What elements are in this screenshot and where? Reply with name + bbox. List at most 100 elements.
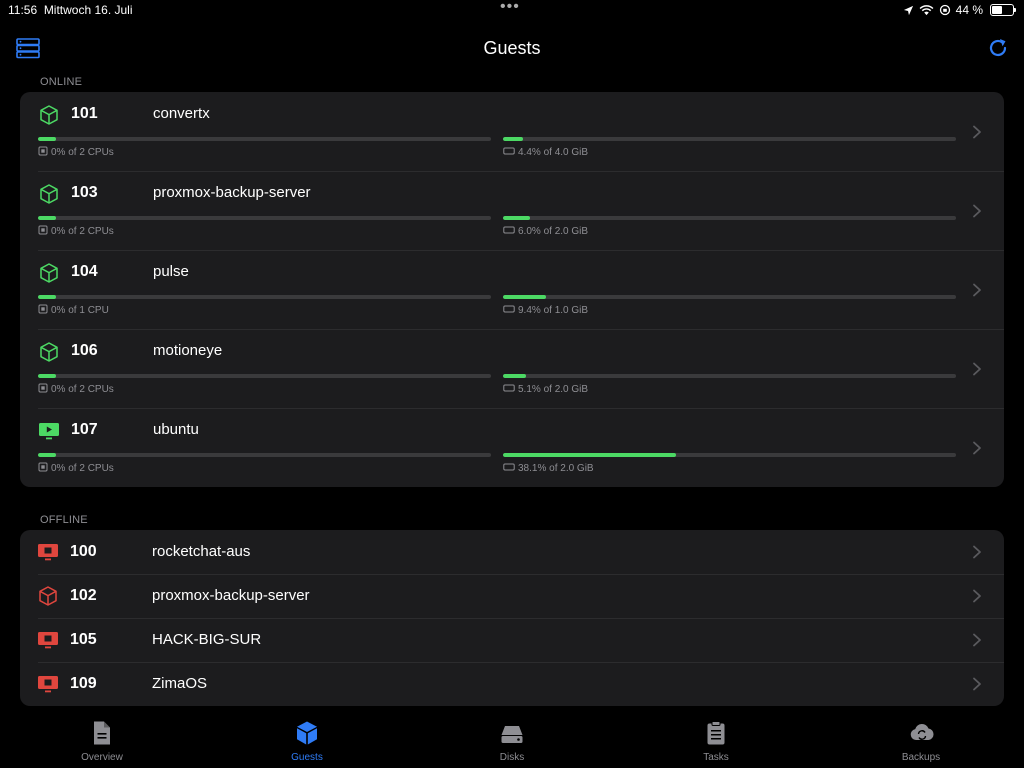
chevron-right-icon — [972, 125, 982, 139]
cpu-usage-bar — [38, 137, 491, 141]
chevron-right-icon — [972, 589, 982, 603]
cloud-sync-icon — [909, 720, 934, 746]
memory-label: 4.4% of 4.0 GiB — [518, 147, 589, 158]
memory-usage-bar — [503, 295, 956, 299]
guest-id: 107 — [71, 421, 98, 438]
memory-usage-bar — [503, 137, 956, 141]
container-icon — [38, 262, 60, 284]
memory-usage-fill — [503, 374, 527, 378]
cpu-usage-fill — [38, 295, 57, 299]
guest-name: ubuntu — [153, 421, 199, 438]
container-icon — [38, 341, 60, 363]
offline-guests-list: 100 rocketchat-aus 102 proxmox-backup-serve… — [20, 530, 1004, 706]
guest-name: convertx — [153, 105, 210, 122]
virtual-machine-stopped-icon — [37, 673, 59, 695]
cpu-usage-bar — [38, 295, 491, 299]
guest-name: HACK-BIG-SUR — [152, 631, 262, 648]
virtual-machine-stopped-icon — [37, 629, 59, 651]
cpu-usage-fill — [38, 374, 57, 378]
cpu-label: 0% of 2 CPUs — [51, 384, 114, 395]
guest-id: 103 — [71, 184, 98, 201]
offline-guest-row[interactable]: 102 proxmox-backup-server — [20, 574, 1004, 618]
status-indicators: 44 % — [903, 3, 1016, 17]
cpu-usage-bar — [38, 374, 491, 378]
cpu-stat: 0% of 1 CPU — [38, 304, 109, 317]
cpu-usage-fill — [38, 137, 57, 141]
status-bar: 11:56 Mittwoch 16. Juli ••• 44 % — [0, 0, 1024, 20]
offline-section-header: OFFLINE — [40, 514, 88, 526]
tab-tasks[interactable]: Tasks — [666, 720, 766, 763]
memory-usage-bar — [503, 374, 956, 378]
status-date: Mittwoch 16. Juli — [43, 3, 133, 17]
guest-name: ZimaOS — [152, 675, 208, 692]
guest-id: 104 — [71, 263, 98, 280]
cpu-stat: 0% of 2 CPUs — [38, 146, 114, 159]
tab-label: Tasks — [703, 752, 729, 763]
guest-id: 100 — [70, 543, 97, 560]
cpu-label: 0% of 2 CPUs — [51, 226, 114, 237]
guest-id: 106 — [71, 342, 98, 359]
chevron-right-icon — [972, 283, 982, 297]
cpu-icon — [38, 225, 48, 238]
document-icon — [90, 720, 114, 746]
refresh-icon[interactable] — [986, 36, 1010, 60]
online-guest-row[interactable]: 103 proxmox-backup-server 0% of 2 CPUs 6.0%… — [20, 171, 1004, 250]
online-guest-row[interactable]: 106 motioneye 0% of 2 CPUs 5.1% of 2.0 GiB — [20, 329, 1004, 408]
cpu-icon — [38, 146, 48, 159]
chevron-right-icon — [972, 441, 982, 455]
online-guests-list: 101 convertx 0% of 2 CPUs 4.4% of 4.0 GiB 10… — [20, 92, 1004, 487]
cpu-stat: 0% of 2 CPUs — [38, 462, 114, 475]
multitasking-dots-icon[interactable]: ••• — [500, 0, 520, 16]
offline-guest-row[interactable]: 100 rocketchat-aus — [20, 530, 1004, 574]
guest-name: proxmox-backup-server — [153, 184, 311, 201]
tab-guests[interactable]: Guests — [257, 720, 357, 763]
tab-label: Guests — [291, 752, 323, 763]
tab-backups[interactable]: Backups — [871, 720, 971, 763]
cpu-label: 0% of 2 CPUs — [51, 463, 114, 474]
guest-name: proxmox-backup-server — [152, 587, 310, 604]
cpu-label: 0% of 1 CPU — [51, 305, 109, 316]
guest-id: 109 — [70, 675, 97, 692]
virtual-machine-stopped-icon — [37, 541, 59, 563]
virtual-machine-icon — [38, 420, 60, 442]
memory-icon — [503, 383, 515, 396]
cpu-usage-fill — [38, 453, 57, 457]
page-title: Guests — [483, 38, 541, 58]
chevron-right-icon — [972, 633, 982, 647]
disk-icon — [500, 720, 524, 746]
chevron-right-icon — [972, 677, 982, 691]
memory-stat: 38.1% of 2.0 GiB — [503, 462, 594, 475]
rotation-lock-icon — [939, 4, 950, 16]
memory-usage-fill — [503, 137, 523, 141]
memory-usage-fill — [503, 216, 531, 220]
chevron-right-icon — [972, 362, 982, 376]
tab-disks[interactable]: Disks — [462, 720, 562, 763]
offline-guest-row[interactable]: 105 HACK-BIG-SUR — [20, 618, 1004, 662]
memory-icon — [503, 225, 515, 238]
tab-label: Overview — [81, 752, 123, 763]
online-section-header: ONLINE — [40, 76, 83, 88]
clipboard-icon — [704, 720, 728, 746]
tab-label: Disks — [499, 752, 525, 763]
memory-stat: 4.4% of 4.0 GiB — [503, 146, 588, 159]
cpu-usage-fill — [38, 216, 57, 220]
guest-name: rocketchat-aus — [152, 543, 251, 560]
guest-name: pulse — [153, 263, 189, 280]
memory-stat: 6.0% of 2.0 GiB — [503, 225, 588, 238]
online-guest-row[interactable]: 107 ubuntu 0% of 2 CPUs 38.1% of 2.0 GiB — [20, 408, 1004, 487]
cpu-label: 0% of 2 CPUs — [51, 147, 114, 158]
offline-guest-row[interactable]: 109 ZimaOS — [20, 662, 1004, 706]
chevron-right-icon — [972, 545, 982, 559]
memory-icon — [503, 146, 515, 159]
online-guest-row[interactable]: 104 pulse 0% of 1 CPU 9.4% of 1.0 GiB — [20, 250, 1004, 329]
online-guest-row[interactable]: 101 convertx 0% of 2 CPUs 4.4% of 4.0 GiB — [20, 92, 1004, 171]
cpu-usage-bar — [38, 216, 491, 220]
memory-usage-fill — [503, 453, 676, 457]
status-time: 11:56 Mittwoch 16. Juli — [8, 3, 133, 17]
tab-label: Backups — [901, 752, 941, 763]
navigation-bar: Guests — [0, 28, 1024, 68]
tab-overview[interactable]: Overview — [52, 720, 152, 763]
memory-usage-bar — [503, 216, 956, 220]
memory-icon — [503, 462, 515, 475]
guest-id: 105 — [70, 631, 97, 648]
